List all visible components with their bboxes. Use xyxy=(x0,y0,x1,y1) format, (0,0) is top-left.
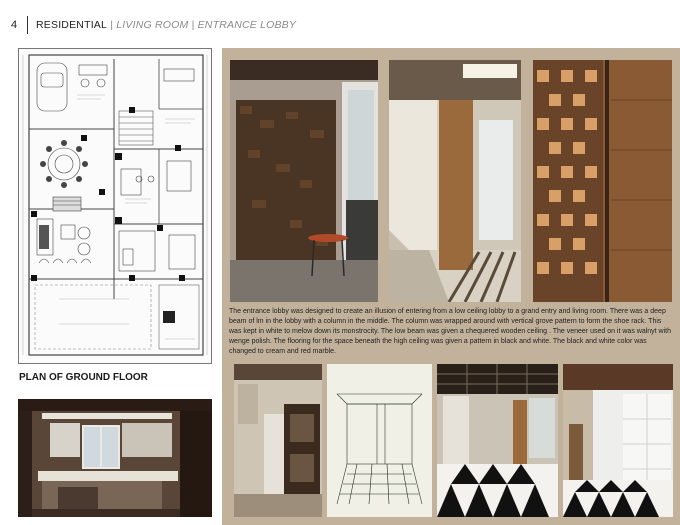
header-subsection: LIVING ROOM | ENTRANCE LOBBY xyxy=(116,19,297,31)
page-header: 4 RESIDENTIAL | LIVING ROOM | ENTRANCE L… xyxy=(0,0,680,46)
lobby-sketch-photo xyxy=(327,364,432,517)
kitchen-photo xyxy=(18,399,212,517)
header-separator: | xyxy=(107,19,117,31)
header-divider xyxy=(27,16,28,34)
lobby-description: The entrance lobby was designed to creat… xyxy=(229,308,672,355)
lobby-door-photo xyxy=(234,364,322,517)
wooden-chequered-panel-photo xyxy=(533,60,672,302)
ground-floor-plan xyxy=(18,48,212,364)
header-title: RESIDENTIAL | LIVING ROOM | ENTRANCE LOB… xyxy=(36,19,296,31)
page-number: 4 xyxy=(11,19,18,31)
lobby-stone-wall-photo xyxy=(230,60,378,302)
header-section: RESIDENTIAL xyxy=(36,19,108,31)
lobby-stairs-photo xyxy=(389,60,521,302)
lobby-black-white-floor-photo xyxy=(437,364,558,517)
plan-caption: PLAN OF GROUND FLOOR xyxy=(19,372,148,383)
lobby-white-shoe-rack-photo xyxy=(563,364,673,517)
